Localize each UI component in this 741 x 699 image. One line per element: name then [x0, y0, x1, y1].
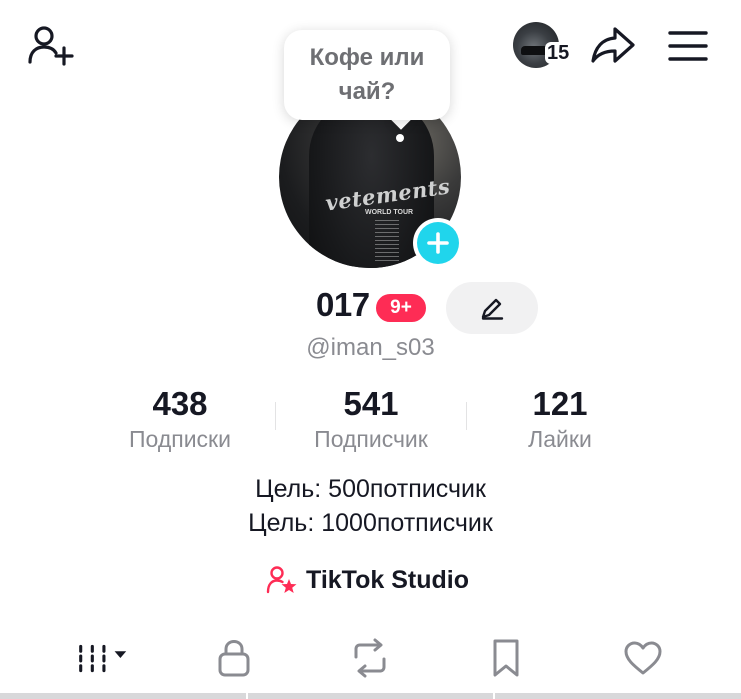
bookmark-icon — [493, 639, 519, 677]
bio-line-1: Цель: 500потписчик — [255, 475, 486, 503]
tab-videos[interactable] — [72, 634, 132, 682]
stat-divider — [466, 402, 467, 430]
grid-separator — [493, 693, 495, 699]
plus-icon — [427, 232, 449, 254]
notification-badge[interactable]: 9+ — [374, 292, 428, 324]
nickname: 017 — [316, 286, 370, 323]
creator-star-icon — [266, 566, 297, 594]
add-user-icon — [28, 26, 74, 66]
stat-divider — [275, 402, 276, 430]
profile-bio: Цель: 500потписчик Цель: 1000потписчик — [0, 472, 741, 540]
add-avatar-button[interactable] — [413, 218, 463, 268]
bubble-line-1: Кофе или — [309, 44, 425, 71]
grid-separator — [246, 693, 248, 699]
tab-liked[interactable] — [613, 634, 673, 682]
tab-private[interactable] — [204, 634, 264, 682]
profile-tabs — [0, 620, 741, 699]
stat-followers[interactable]: 541 Подписчик — [281, 384, 461, 454]
tab-reposts[interactable] — [340, 634, 400, 682]
stat-value: 438 — [152, 385, 208, 422]
stat-value: 541 — [343, 385, 399, 422]
grid-videos-icon — [79, 644, 127, 673]
share-arrow-icon — [591, 27, 635, 63]
profile-screen: 15 vetements WORLD TOUR Кофе или чай? 01… — [0, 0, 741, 699]
tab-favorites[interactable] — [476, 634, 536, 682]
repost-icon — [354, 638, 386, 678]
share-button[interactable] — [588, 22, 638, 68]
username-handle: @iman_s03 — [306, 334, 435, 361]
edit-profile-button[interactable] — [446, 282, 538, 334]
pencil-icon — [481, 298, 504, 320]
bio-line-2: Цель: 1000потписчик — [248, 509, 493, 537]
add-friend-button[interactable] — [24, 22, 80, 70]
content-grid-edge — [0, 693, 741, 699]
bubble-line-2: чай? — [338, 78, 396, 105]
heart-icon — [624, 641, 662, 675]
hamburger-menu-icon — [668, 31, 708, 61]
menu-button[interactable] — [664, 24, 712, 68]
tiktok-studio-link[interactable]: TikTok Studio — [266, 562, 469, 598]
stat-value: 121 — [532, 385, 588, 422]
avatar-tour-list — [375, 220, 399, 262]
note-bubble[interactable]: Кофе или чай? — [284, 30, 450, 120]
stat-label: Подписчик — [314, 426, 428, 452]
lock-icon — [218, 639, 250, 677]
stat-label: Подписки — [129, 426, 231, 452]
stat-following[interactable]: 438 Подписки — [90, 384, 270, 454]
avatar-subtitle-text: WORLD TOUR — [365, 209, 414, 216]
bubble-dot — [396, 134, 404, 142]
stat-label: Лайки — [528, 426, 592, 452]
stat-likes[interactable]: 121 Лайки — [470, 384, 650, 454]
story-count: 15 — [545, 42, 572, 64]
tiktok-studio-label: TikTok Studio — [306, 565, 469, 594]
